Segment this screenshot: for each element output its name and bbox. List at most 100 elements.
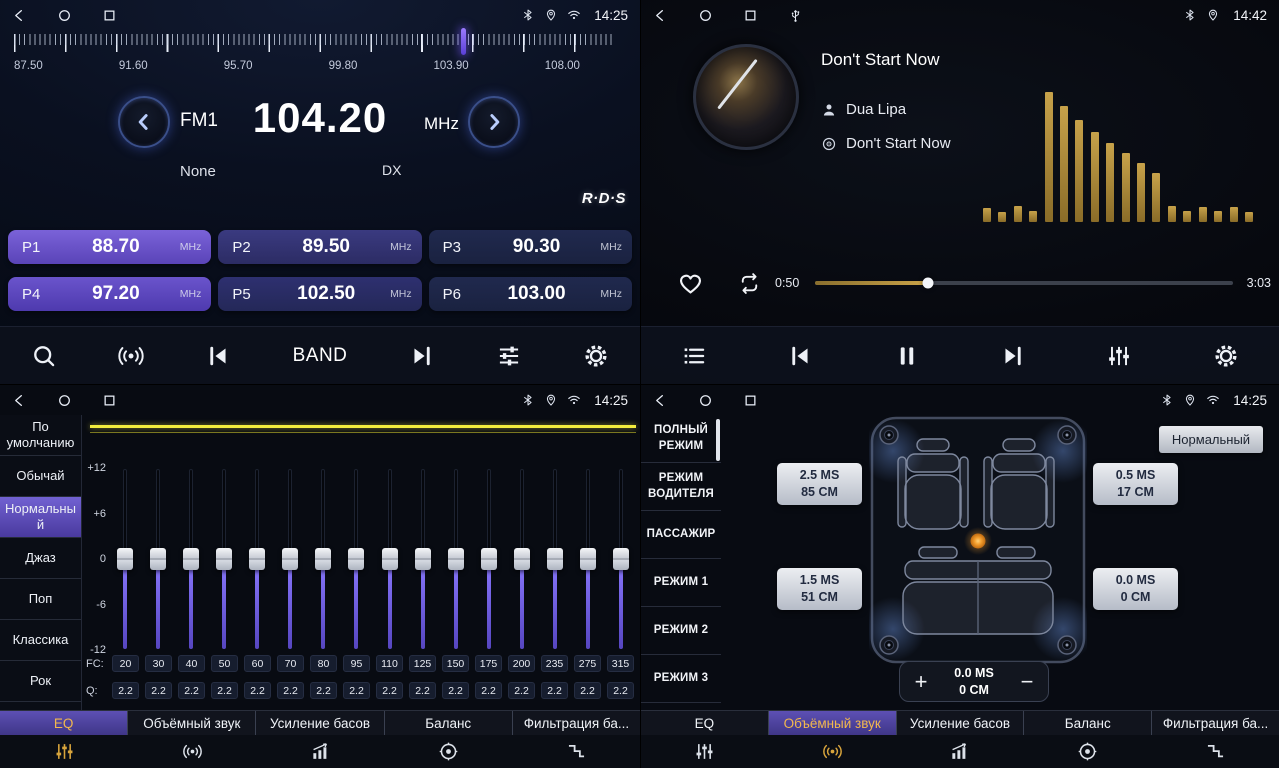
scrollbar-thumb[interactable]: [716, 419, 720, 461]
tab-icon-eq[interactable]: [0, 741, 128, 762]
home-button[interactable]: [698, 8, 713, 23]
slider-handle[interactable]: [249, 548, 265, 570]
slider-handle[interactable]: [150, 548, 166, 570]
delay-front-left[interactable]: 2.5 MS 85 CM: [777, 463, 862, 505]
previous-station-icon[interactable]: [205, 343, 231, 369]
recents-button[interactable]: [102, 393, 117, 408]
sound-mode-item[interactable]: РЕЖИМ 1: [641, 559, 721, 607]
tune-down-button[interactable]: [118, 96, 170, 148]
slider-handle[interactable]: [348, 548, 364, 570]
eq-band-slider[interactable]: [310, 469, 336, 649]
slider-handle[interactable]: [547, 548, 563, 570]
eq-band-slider[interactable]: [410, 469, 436, 649]
eq-preset-item[interactable]: Классика: [0, 620, 81, 661]
slider-handle[interactable]: [613, 548, 629, 570]
eq-preset-item[interactable]: Рок: [0, 661, 81, 702]
eq-band-slider[interactable]: [211, 469, 237, 649]
slider-handle[interactable]: [183, 548, 199, 570]
eq-band-slider[interactable]: [476, 469, 502, 649]
eq-preset-item[interactable]: По умолчанию: [0, 415, 81, 456]
preset-p1[interactable]: P1 88.70 MHz: [8, 230, 211, 264]
delay-front-right[interactable]: 0.5 MS 17 CM: [1093, 463, 1178, 505]
delay-minus-button[interactable]: −: [1006, 671, 1048, 693]
tab-icon-bass[interactable]: [896, 741, 1024, 762]
tab-icon-surround[interactable]: [769, 741, 897, 762]
eq-band-slider[interactable]: [277, 469, 303, 649]
preset-scan-icon[interactable]: [118, 343, 144, 369]
slider-handle[interactable]: [117, 548, 133, 570]
delay-rear-right[interactable]: 0.0 MS 0 CM: [1093, 568, 1178, 610]
eq-band-slider[interactable]: [608, 469, 634, 649]
slider-handle[interactable]: [315, 548, 331, 570]
tab-bass[interactable]: Усиление басов: [897, 711, 1025, 735]
band-button[interactable]: BAND: [293, 345, 348, 367]
tab-eq[interactable]: EQ: [0, 711, 128, 735]
recents-button[interactable]: [743, 8, 758, 23]
tab-icon-surround[interactable]: [128, 741, 256, 762]
preset-p5[interactable]: P5 102.50 MHz: [218, 277, 421, 311]
back-button[interactable]: [12, 8, 27, 23]
settings-gear-icon[interactable]: [583, 343, 609, 369]
sound-mode-item[interactable]: РЕЖИМ 2: [641, 607, 721, 655]
frequency-ruler[interactable]: [14, 34, 614, 56]
eq-band-slider[interactable]: [443, 469, 469, 649]
sound-mode-item[interactable]: ПОЛНЫЙ РЕЖИМ: [641, 415, 721, 463]
favorite-heart-icon[interactable]: [677, 270, 704, 297]
eq-band-slider[interactable]: [509, 469, 535, 649]
eq-band-slider[interactable]: [112, 469, 138, 649]
seek-bar[interactable]: [815, 281, 1233, 285]
profile-button[interactable]: Нормальный: [1159, 426, 1263, 453]
preset-p3[interactable]: P3 90.30 MHz: [429, 230, 632, 264]
tune-up-button[interactable]: [468, 96, 520, 148]
audio-settings-icon[interactable]: [496, 343, 522, 369]
eq-band-slider[interactable]: [343, 469, 369, 649]
tab-icon-filter[interactable]: [1151, 741, 1279, 762]
eq-band-slider[interactable]: [575, 469, 601, 649]
tab-balance[interactable]: Баланс: [385, 711, 513, 735]
eq-band-slider[interactable]: [377, 469, 403, 649]
tab-filter[interactable]: Фильтрация ба...: [513, 711, 640, 735]
next-track-icon[interactable]: [1000, 343, 1026, 369]
repeat-icon[interactable]: [737, 271, 762, 296]
slider-handle[interactable]: [216, 548, 232, 570]
eq-band-slider[interactable]: [178, 469, 204, 649]
slider-handle[interactable]: [415, 548, 431, 570]
tab-bass[interactable]: Усиление басов: [256, 711, 384, 735]
back-button[interactable]: [653, 8, 668, 23]
recents-button[interactable]: [102, 8, 117, 23]
eq-preset-item[interactable]: Обычай: [0, 456, 81, 497]
delay-plus-button[interactable]: +: [900, 671, 942, 693]
eq-preset-item[interactable]: Джаз: [0, 538, 81, 579]
next-station-icon[interactable]: [409, 343, 435, 369]
slider-handle[interactable]: [514, 548, 530, 570]
eq-band-slider[interactable]: [145, 469, 171, 649]
tab-eq[interactable]: EQ: [641, 711, 769, 735]
equalizer-icon[interactable]: [1106, 343, 1132, 369]
eq-preset-item[interactable]: Нормальный: [0, 497, 81, 538]
slider-handle[interactable]: [382, 548, 398, 570]
preset-p2[interactable]: P2 89.50 MHz: [218, 230, 421, 264]
home-button[interactable]: [57, 8, 72, 23]
home-button[interactable]: [698, 393, 713, 408]
slider-handle[interactable]: [481, 548, 497, 570]
eq-band-slider[interactable]: [244, 469, 270, 649]
sound-mode-item[interactable]: РЕЖИМ 3: [641, 655, 721, 703]
tab-icon-bass[interactable]: [256, 741, 384, 762]
previous-track-icon[interactable]: [787, 343, 813, 369]
preset-p6[interactable]: P6 103.00 MHz: [429, 277, 632, 311]
tab-filter[interactable]: Фильтрация ба...: [1152, 711, 1279, 735]
playlist-icon[interactable]: [681, 343, 707, 369]
delay-rear-left[interactable]: 1.5 MS 51 CM: [777, 568, 862, 610]
tab-icon-eq[interactable]: [641, 741, 769, 762]
scan-icon[interactable]: [31, 343, 57, 369]
progress-knob[interactable]: [922, 278, 933, 289]
tab-icon-balance[interactable]: [1024, 741, 1152, 762]
settings-gear-icon[interactable]: [1213, 343, 1239, 369]
tab-icon-balance[interactable]: [384, 741, 512, 762]
sound-mode-item[interactable]: РЕЖИМ ВОДИТЕЛЯ: [641, 463, 721, 511]
sound-mode-item[interactable]: ПАССАЖИР: [641, 511, 721, 559]
slider-handle[interactable]: [282, 548, 298, 570]
slider-handle[interactable]: [580, 548, 596, 570]
back-button[interactable]: [653, 393, 668, 408]
tab-surround[interactable]: Объёмный звук: [128, 711, 256, 735]
